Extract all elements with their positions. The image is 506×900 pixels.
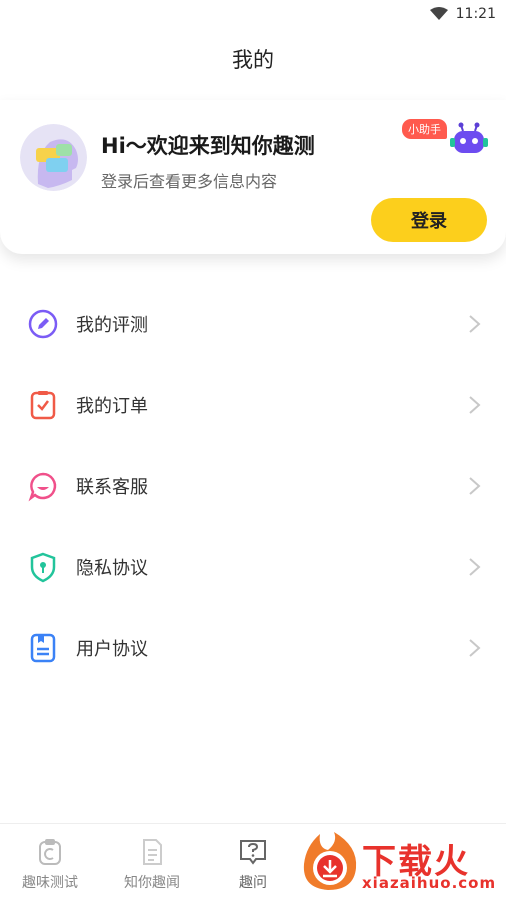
chevron-right-icon (469, 314, 481, 333)
clipboard-icon (39, 839, 61, 865)
menu-list: 我的评测 我的订单 联系客服 隐私协议 用户协议 (0, 283, 506, 688)
menu-item-label: 我的评测 (76, 314, 148, 336)
status-time: 11:21 (455, 6, 496, 22)
tab-questions[interactable]: 趣问 (203, 824, 303, 900)
menu-item-label: 隐私协议 (76, 557, 148, 579)
page-title: 我的 (232, 48, 274, 72)
tab-label: 知你趣闻 (124, 875, 180, 891)
profile-card: Hi～欢迎来到知你趣测 登录后查看更多信息内容 小助手 登录 (0, 100, 506, 254)
welcome-subtitle: 登录后查看更多信息内容 (101, 172, 278, 191)
avatar-icon (20, 124, 87, 191)
tab-label: 趣味测试 (22, 875, 78, 891)
menu-item-privacy-policy[interactable]: 隐私协议 (0, 526, 506, 607)
wifi-icon (429, 7, 448, 20)
status-bar: 11:21 (0, 0, 506, 28)
chevron-right-icon (469, 638, 481, 657)
menu-item-label: 联系客服 (76, 476, 148, 498)
watermark-logo: 下载火 xiazaihuo.com (298, 832, 506, 892)
menu-item-customer-service[interactable]: 联系客服 (0, 445, 506, 526)
chevron-right-icon (469, 395, 481, 414)
robot-assistant-icon[interactable] (450, 122, 488, 158)
menu-item-label: 用户协议 (76, 638, 148, 660)
tab-label: 趣问 (239, 875, 267, 891)
tab-fun-tests[interactable]: 趣味测试 (0, 824, 100, 900)
chevron-right-icon (469, 476, 481, 495)
watermark-url: xiazaihuo.com (362, 874, 497, 892)
tab-news[interactable]: 知你趣闻 (102, 824, 202, 900)
chat-bubble-icon (28, 472, 57, 501)
login-button[interactable]: 登录 (371, 198, 487, 242)
edit-circle-icon (28, 309, 58, 338)
document-icon (30, 633, 56, 662)
chevron-right-icon (469, 557, 481, 576)
question-icon (240, 840, 266, 865)
news-icon (143, 839, 162, 865)
shield-lock-icon (30, 552, 56, 582)
helper-badge[interactable]: 小助手 (402, 119, 447, 139)
menu-item-my-orders[interactable]: 我的订单 (0, 364, 506, 445)
menu-item-my-evaluations[interactable]: 我的评测 (0, 283, 506, 364)
flame-logo-icon (303, 832, 357, 890)
avatar[interactable] (20, 124, 87, 191)
menu-item-user-agreement[interactable]: 用户协议 (0, 607, 506, 688)
order-check-icon (30, 390, 56, 419)
menu-item-label: 我的订单 (76, 395, 148, 417)
welcome-title: Hi～欢迎来到知你趣测 (101, 134, 315, 158)
